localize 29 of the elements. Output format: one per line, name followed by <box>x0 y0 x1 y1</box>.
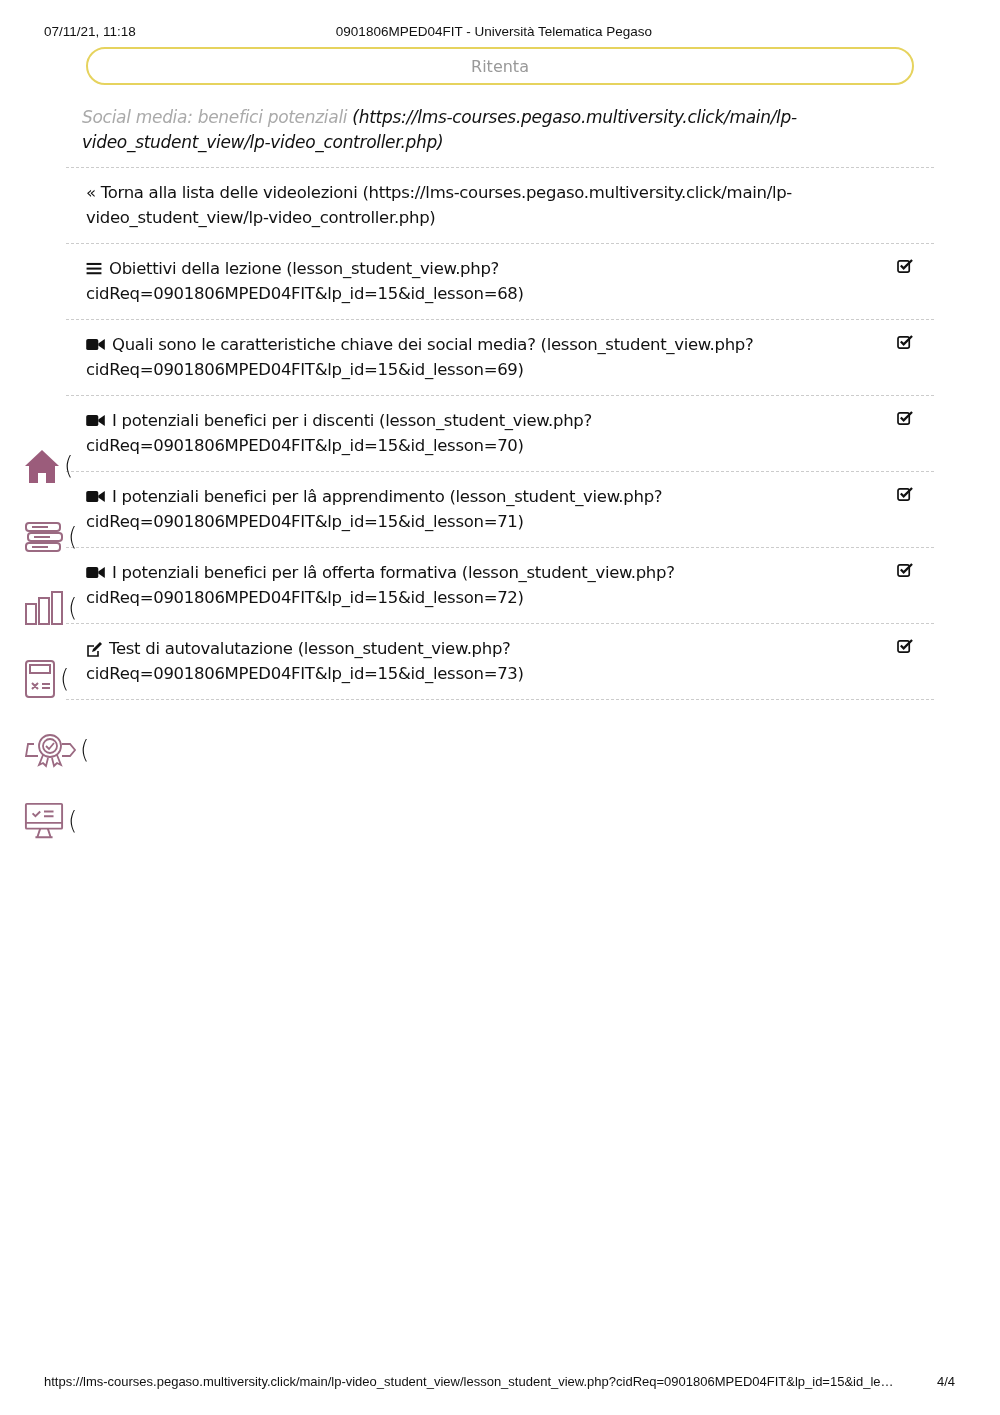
back-link[interactable]: « Torna alla lista delle videolezioni (https://lms-courses.pegaso.multiversity.click/main/lp-video_student_view/lp-video_controller.php) <box>86 180 886 230</box>
menu-label: ( <box>80 735 90 764</box>
home-icon[interactable] <box>24 447 60 484</box>
menu-icon <box>86 262 102 275</box>
lesson-link[interactable]: I potenziali benefici per lâ offerta formativa (lesson_student_view.php?cidReq=0901806MPED04FIT&lp_id=15&id_lesson=72) <box>86 560 866 610</box>
page-title: 0901806MPED04FIT - Università Telematica Pegaso <box>335 24 652 39</box>
award-ribbon-icon[interactable] <box>24 731 76 768</box>
menu-label: ( <box>68 593 78 622</box>
calculator-icon[interactable] <box>24 658 56 699</box>
page-number: 4/4 <box>936 1374 955 1389</box>
lesson-link[interactable]: Quali sono le caratteristiche chiave dei social media? (lesson_student_view.php?cidReq=0901806MPED04FIT&lp_id=15&id_lesson=69) <box>86 332 866 382</box>
lesson-link[interactable]: Obiettivi della lezione (lesson_student_view.php?cidReq=0901806MPED04FIT&lp_id=15&id_lesson=68) <box>86 256 866 306</box>
lesson-link[interactable]: I potenziali benefici per i discenti (lesson_student_view.php?cidReq=0901806MPED04FIT&lp_id=15&id_lesson=70) <box>86 408 866 458</box>
video-camera-icon <box>86 566 105 579</box>
video-camera-icon <box>86 414 105 427</box>
menu-label: ( <box>68 806 78 835</box>
monitor-icon[interactable] <box>24 800 64 841</box>
menu-label: ( <box>60 664 70 693</box>
lesson-link[interactable]: Test di autovalutazione (lesson_student_view.php?cidReq=0901806MPED04FIT&lp_id=15&id_lesson=73) <box>86 636 866 686</box>
menu-label: ( <box>68 522 78 551</box>
lesson-link[interactable]: I potenziali benefici per lâ apprendimento (lesson_student_view.php?cidReq=0901806MPED04FIT&lp_id=15&id_lesson=71) <box>86 484 866 534</box>
menu-label: ( <box>64 451 74 480</box>
page-url: https://lms-courses.pegaso.multiversity.click/main/lp-video_student_view/lesson_student_view.php?cidReq=0901806MPED04FIT&lp_id=15&id_le… <box>44 1374 894 1389</box>
lesson-title[interactable]: Social media: benefici potenziali (https://lms-courses.pegaso.multiversity.click/main/lp-video_student_view/lp-video_controller.php) <box>82 105 924 155</box>
video-camera-icon <box>86 338 105 351</box>
edit-icon <box>86 642 102 658</box>
print-date: 07/11/21, 11:18 <box>44 24 136 39</box>
bar-chart-icon[interactable] <box>24 589 64 626</box>
video-camera-icon <box>86 490 105 503</box>
